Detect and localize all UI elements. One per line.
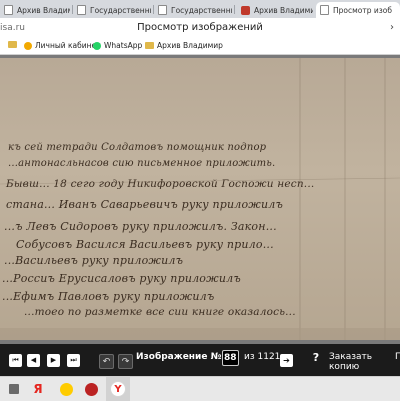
tab-label: Архив Владимир xyxy=(254,5,313,15)
rotate-right-button[interactable]: ↷ xyxy=(118,354,133,369)
order-more-link[interactable]: П xyxy=(395,352,400,362)
go-button[interactable]: ➔ xyxy=(280,354,293,367)
address-bar[interactable]: isa.ru Просмотр изображений › xyxy=(0,18,400,40)
manuscript-line: ...ъ Левъ Сидоровъ руку приложилъ. Закон… xyxy=(4,220,277,233)
tab-label: Государственный xyxy=(90,5,151,15)
manuscript-line: ...Ефимъ Павловъ руку приложилъ xyxy=(2,290,215,303)
lk-icon xyxy=(24,41,32,50)
bookmark-label: WhatsApp xyxy=(104,41,143,50)
manuscript-line: къ сей тетради Солдатовъ помощник подпор xyxy=(8,142,267,153)
folder-icon xyxy=(8,41,17,48)
arrow-right-icon: ➔ xyxy=(283,356,290,365)
document-icon xyxy=(320,5,329,15)
viewer-control-bar: ⏮ ◀ ▶ ⏭ ↶ ↷ Изображение №: 88 из 1121 ➔ … xyxy=(0,344,400,376)
tab-image-viewer[interactable]: Просмотр изоб xyxy=(316,2,400,18)
first-page-icon: ⏮ xyxy=(12,356,19,364)
bookmark-whatsapp[interactable]: WhatsApp xyxy=(93,41,142,50)
task-view-icon[interactable] xyxy=(9,384,19,394)
document-icon xyxy=(158,5,167,15)
tab-state-2[interactable]: Государственный xyxy=(154,2,232,18)
game-icon[interactable] xyxy=(85,383,98,396)
bookmark-personal-cabinet[interactable]: Личный кабинет xyxy=(24,41,101,50)
tab-state-1[interactable]: Государственный xyxy=(73,2,151,18)
image-viewer[interactable]: къ сей тетради Солдатовъ помощник подпор… xyxy=(0,55,400,344)
manuscript-line: Бывш... 18 сего году Никифоровской Госпо… xyxy=(6,178,315,190)
yandex-browser-icon[interactable]: Y xyxy=(110,381,126,397)
bookmark-folder[interactable] xyxy=(8,41,20,48)
archive-icon xyxy=(241,5,250,15)
document-icon xyxy=(77,5,86,15)
bookmark-label: Личный кабинет xyxy=(35,41,101,50)
help-icon[interactable]: ? xyxy=(309,351,323,365)
tab-label: Государственный xyxy=(171,5,232,15)
tab-archive-2[interactable]: Архив Владимир xyxy=(237,2,313,18)
next-page-button[interactable]: ▶ xyxy=(47,354,60,367)
next-icon: ▶ xyxy=(50,356,57,364)
os-taskbar: Я Y xyxy=(0,376,400,401)
yandex-music-icon[interactable] xyxy=(60,383,73,396)
manuscript-line: ...Россиъ Ерусисаловъ руку приложилъ xyxy=(2,272,241,285)
previous-page-button[interactable]: ◀ xyxy=(27,354,40,367)
folder-icon xyxy=(145,42,154,49)
menu-arrow-icon[interactable]: › xyxy=(390,22,394,33)
tab-archive-1[interactable]: Архив Владимир xyxy=(0,2,70,18)
manuscript-line: Собусовъ Васился Васильевъ руку прило... xyxy=(16,238,274,251)
order-copy-link[interactable]: Заказать копию xyxy=(329,352,400,372)
document-icon xyxy=(4,5,13,15)
yandex-letter: Я xyxy=(33,382,43,396)
bookmark-label: Архив Владимир xyxy=(157,41,223,50)
last-page-button[interactable]: ⏭ xyxy=(67,354,80,367)
tab-divider xyxy=(234,5,235,14)
manuscript-line: стана... Иванъ Саварьевичъ руку приложил… xyxy=(6,198,284,211)
manuscript-line: ...тоео по разметке все сии книге оказал… xyxy=(24,306,296,318)
image-number-label: Изображение №: xyxy=(136,352,225,362)
manuscript-line: ...антонасльнасов сию письменное приложи… xyxy=(8,158,276,169)
tab-label: Архив Владимир xyxy=(17,5,70,15)
bookmark-archive[interactable]: Архив Владимир xyxy=(145,41,223,50)
manuscript-image[interactable]: къ сей тетради Солдатовъ помощник подпор… xyxy=(0,58,400,340)
tab-label: Просмотр изоб xyxy=(333,5,392,15)
rotate-left-button[interactable]: ↶ xyxy=(99,354,114,369)
page-title: Просмотр изображений xyxy=(137,22,263,33)
image-number-input[interactable]: 88 xyxy=(222,350,239,366)
rotate-right-icon: ↷ xyxy=(121,356,130,367)
previous-icon: ◀ xyxy=(30,356,37,364)
manuscript-line: ...Васильевъ руку приложилъ xyxy=(4,254,184,267)
first-page-button[interactable]: ⏮ xyxy=(9,354,22,367)
rotate-left-icon: ↶ xyxy=(102,356,111,367)
bookmarks-bar: Личный кабинет WhatsApp Архив Владимир xyxy=(0,40,400,55)
whatsapp-icon xyxy=(93,41,101,50)
yandex-icon[interactable]: Я xyxy=(30,381,46,397)
browser-tab-bar: Архив Владимир Государственный Государст… xyxy=(0,0,400,18)
last-page-icon: ⏭ xyxy=(70,356,77,364)
image-total: из 1121 xyxy=(244,352,281,362)
